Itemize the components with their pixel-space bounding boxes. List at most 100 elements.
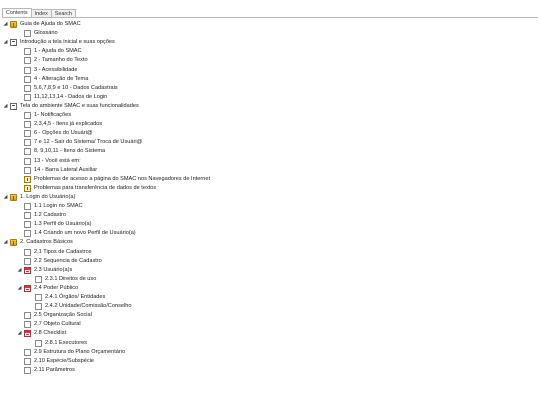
tree-item[interactable]: 2.2 Sequencia de Cadastro (24, 257, 102, 266)
book-icon (10, 21, 17, 28)
expand-toggle-icon[interactable]: ◢ (3, 193, 8, 202)
tree-item[interactable]: 2.4.2 Unidade/Comissão/Conselho (35, 302, 131, 311)
tree-item-label: Guia de Ajuda do SMAC (20, 21, 81, 27)
tree-item[interactable]: 2.4.1 Órgãos/ Entidades (35, 293, 105, 302)
tree-item[interactable]: 1 - Ajuda do SMAC (24, 47, 82, 56)
tree-item-label: 8, 9,10,11 - Itens do Sistema (34, 148, 106, 155)
tree-item[interactable]: ◢ Guia de Ajuda do SMAC (3, 20, 81, 29)
page-icon (24, 84, 31, 92)
tree-item[interactable]: 6 - Opções do Usuári@ (24, 129, 93, 138)
tree-item[interactable]: 3 - Acessibilidade (24, 66, 78, 75)
tree-item-label: 2.3.1 Direitos de uso (45, 275, 97, 282)
tree-item-label: Problemas para transferência de dados de… (34, 184, 157, 191)
tree-item[interactable]: 1.1 Login no SMAC (24, 202, 83, 211)
help-tabs: Contents Index Search (2, 8, 76, 17)
tree-item-label: 6 - Opções do Usuári@ (34, 130, 93, 137)
tree-item[interactable]: 1.2 Cadastro (24, 211, 66, 220)
tree-item-label: Tela do ambiente SMAC e suas funcionalid… (20, 102, 139, 109)
tab-contents[interactable]: Contents (2, 8, 32, 17)
page-icon (24, 93, 31, 101)
tree-item-label: 2.1 Tipos de Cadastros (34, 248, 92, 255)
tree-item[interactable]: ◢ 2. Cadastros Básicos (3, 238, 73, 247)
tree-item-label: 4 - Alteração de Tema (34, 75, 89, 82)
tree-item[interactable]: 2,3,4,5 - Itens já explicados (24, 120, 102, 129)
tree-item-label: 2.9 Estrutura do Plano Orçamentário (34, 348, 126, 355)
tree-item[interactable]: Problemas para transferência de dados de… (24, 184, 156, 193)
tree-item[interactable]: Problemas de acesso a página do SMAC nos… (24, 175, 210, 184)
expand-toggle-icon[interactable]: ◢ (17, 266, 22, 275)
tree-item[interactable]: ◢ 2.3 Usuário(a)s (17, 266, 72, 275)
tree-item[interactable]: 2.7 Objeto Cultural (24, 320, 81, 329)
red-page-icon (24, 330, 31, 338)
tree-item-label: 2.11 Parâmetros (34, 366, 75, 373)
tree-item[interactable]: 4 - Alteração de Tema (24, 75, 88, 84)
tree-item[interactable]: 2.11 Parâmetros (24, 366, 75, 375)
tree-item-label: 2,3,4,5 - Itens já explicados (34, 121, 103, 128)
tree-item[interactable]: 2.5 Organização Social (24, 311, 92, 320)
page-icon (24, 112, 31, 119)
tab-search[interactable]: Search (50, 9, 76, 17)
tree-item-label: 1.4 Criando um novo Perfil de Usuário(a) (34, 230, 136, 237)
tree-item[interactable]: 1.3 Perfil do Usuário(a) (24, 220, 92, 229)
tree-item[interactable]: 2.8.1 Executores (35, 339, 87, 348)
tree-item[interactable]: ◢ Introdução a tela inicial e suas opções (3, 38, 115, 47)
page-icon (24, 312, 31, 320)
expand-toggle-icon[interactable]: ◢ (3, 102, 8, 111)
tree-item-label: Introdução a tela inicial e suas opções (20, 39, 115, 46)
tabs-divider (2, 17, 538, 18)
page-icon (24, 75, 31, 83)
tree-item-label: Glossário (34, 30, 58, 37)
tree-item[interactable]: ◢ 1. Login do Usuário(a) (3, 193, 75, 202)
tree-item[interactable]: ◢ 2.8 Checklist (17, 329, 66, 338)
page-icon (24, 166, 31, 174)
tree-item-label: 1.1 Login no SMAC (34, 203, 83, 209)
tree-item[interactable]: 11,12,13,14 - Dados de Login (24, 93, 107, 102)
tree-item-label: 14 - Barra Lateral Auxiliar (34, 166, 98, 173)
tree-item-label: 11,12,13,14 - Dados de Login (34, 93, 108, 100)
warning-page-icon (24, 175, 31, 183)
tree-item-label: 2.3 Usuário(a)s (34, 266, 73, 273)
page-text-icon (10, 102, 17, 110)
page-icon (24, 321, 31, 329)
expand-toggle-icon[interactable]: ◢ (3, 20, 8, 29)
tab-index[interactable]: Index (30, 9, 52, 17)
page-icon (24, 121, 31, 129)
expand-toggle-icon[interactable]: ◢ (3, 238, 8, 247)
tree-item[interactable]: 2.9 Estrutura do Plano Orçamentário (24, 348, 125, 357)
tree-item-label: 1.3 Perfil do Usuário(a) (34, 221, 92, 228)
page-icon (24, 212, 31, 220)
page-icon (35, 339, 42, 347)
tree-item[interactable]: ◢ Tela do ambiente SMAC e suas funcionali… (3, 102, 139, 111)
tree-item[interactable]: 14 - Barra Lateral Auxiliar (24, 166, 97, 175)
tree-item[interactable]: 2.10 Espécie/Subspécie (24, 357, 94, 366)
page-icon (24, 48, 31, 56)
tree-item-label: 1.2 Cadastro (34, 212, 67, 219)
tree-item[interactable]: 2 - Tamanho do Texto (24, 56, 88, 65)
tree-item[interactable]: 2.3.1 Direitos de uso (35, 275, 96, 284)
tree-item-label: 2.7 Objeto Cultural (34, 321, 81, 328)
page-icon (24, 148, 31, 156)
tree-item-label: 3 - Acessibilidade (34, 66, 78, 73)
expand-toggle-icon[interactable]: ◢ (17, 329, 22, 338)
tree-item-label: 1 - Ajuda do SMAC (34, 48, 82, 55)
tree-item-label: 7 e 12 - Sair do Sistema/ Troca de Usuár… (34, 139, 143, 146)
tree-item[interactable]: 2.1 Tipos de Cadastros (24, 248, 92, 257)
expand-toggle-icon[interactable]: ◢ (3, 38, 8, 47)
tree-item[interactable]: 8, 9,10,11 - Itens do Sistema (24, 147, 105, 156)
tree-item-label: 2.8.1 Executores (45, 339, 87, 346)
page-icon (24, 157, 31, 165)
page-icon (24, 221, 31, 229)
tree-item[interactable]: 13 - Você está em: (24, 157, 81, 166)
expand-toggle-icon[interactable]: ◢ (17, 284, 22, 293)
page-text-icon (10, 39, 17, 47)
page-icon (24, 257, 31, 265)
tree-item[interactable]: Glossário (24, 29, 58, 38)
page-icon (24, 139, 31, 147)
tree-item[interactable]: 7 e 12 - Sair do Sistema/ Troca de Usuár… (24, 138, 142, 147)
page-icon (24, 366, 31, 374)
tree-item[interactable]: ◢ 2.4 Poder Público (17, 284, 78, 293)
tree-item[interactable]: 5,6,7,8,9 e 10 - Dados Cadastrais (24, 84, 118, 93)
tree-item-label: 2. Cadastros Básicos (20, 239, 73, 246)
tree-item[interactable]: 1- Notificações (24, 111, 71, 120)
tree-item[interactable]: 1.4 Criando um novo Perfil de Usuário(a) (24, 229, 136, 238)
